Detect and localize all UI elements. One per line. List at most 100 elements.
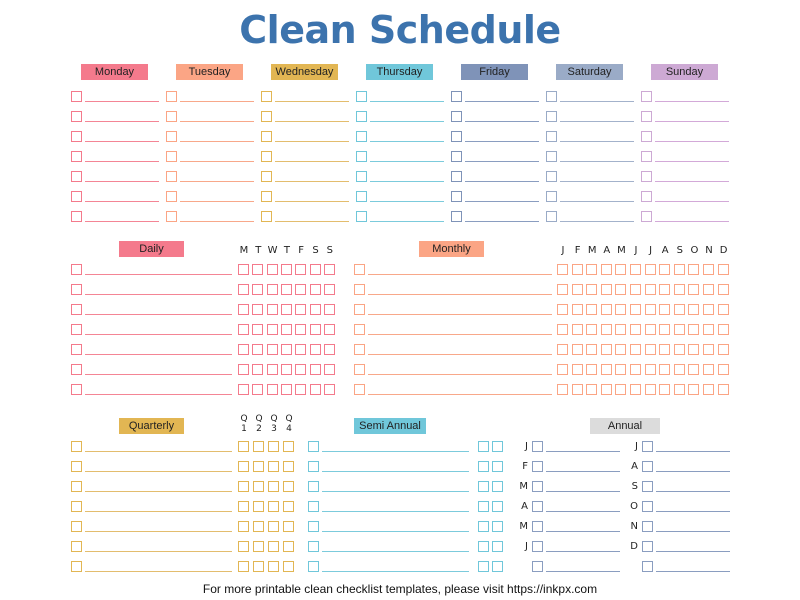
day-checkbox[interactable] [252, 384, 264, 395]
task-line[interactable] [368, 354, 552, 355]
task-checkbox[interactable] [71, 91, 82, 102]
task-line[interactable] [85, 374, 232, 375]
half-checkbox[interactable] [478, 501, 489, 512]
task-checkbox[interactable] [71, 191, 82, 202]
month-checkbox[interactable] [717, 284, 729, 295]
month-checkbox[interactable] [644, 384, 656, 395]
half-checkbox[interactable] [492, 521, 503, 532]
task-line[interactable] [560, 221, 634, 222]
quarter-checkbox[interactable] [268, 521, 279, 532]
quarter-checkbox[interactable] [283, 441, 294, 452]
quarter-checkbox[interactable] [238, 541, 249, 552]
month-checkbox[interactable] [630, 364, 641, 375]
task-line[interactable] [85, 294, 232, 295]
task-checkbox[interactable] [354, 264, 365, 275]
task-line[interactable] [655, 201, 729, 202]
task-line[interactable] [85, 141, 159, 142]
month-checkbox[interactable] [717, 344, 729, 355]
task-line[interactable] [370, 181, 444, 182]
day-checkbox[interactable] [323, 304, 335, 315]
month-checkbox[interactable] [615, 324, 627, 335]
task-line[interactable] [180, 141, 254, 142]
month-checkbox[interactable] [659, 304, 671, 315]
task-checkbox[interactable] [166, 91, 177, 102]
task-line[interactable] [370, 101, 444, 102]
task-line[interactable] [275, 181, 349, 182]
month-checkbox[interactable] [644, 284, 656, 295]
annual-checkbox[interactable] [532, 521, 543, 532]
task-line[interactable] [465, 121, 539, 122]
month-checkbox[interactable] [586, 344, 598, 355]
task-line[interactable] [465, 221, 539, 222]
task-checkbox[interactable] [356, 171, 367, 182]
day-checkbox[interactable] [266, 384, 278, 395]
day-checkbox[interactable] [280, 304, 292, 315]
day-checkbox[interactable] [280, 284, 292, 295]
day-checkbox[interactable] [309, 344, 321, 355]
task-line[interactable] [560, 141, 634, 142]
day-checkbox[interactable] [280, 384, 292, 395]
half-checkbox[interactable] [492, 481, 503, 492]
month-checkbox[interactable] [615, 264, 627, 275]
quarter-checkbox[interactable] [238, 441, 249, 452]
month-checkbox[interactable] [571, 384, 583, 395]
annual-checkbox[interactable] [642, 561, 653, 572]
task-line[interactable] [546, 491, 620, 492]
task-checkbox[interactable] [641, 111, 652, 122]
half-checkbox[interactable] [478, 541, 489, 552]
day-checkbox[interactable] [238, 264, 249, 275]
month-checkbox[interactable] [571, 284, 583, 295]
task-line[interactable] [656, 571, 730, 572]
task-checkbox[interactable] [641, 91, 652, 102]
task-checkbox[interactable] [641, 131, 652, 142]
task-line[interactable] [656, 451, 730, 452]
day-checkbox[interactable] [323, 324, 335, 335]
task-checkbox[interactable] [641, 211, 652, 222]
month-checkbox[interactable] [586, 304, 598, 315]
month-checkbox[interactable] [586, 364, 598, 375]
task-checkbox[interactable] [451, 111, 462, 122]
day-checkbox[interactable] [266, 304, 278, 315]
month-checkbox[interactable] [644, 364, 656, 375]
month-checkbox[interactable] [644, 344, 656, 355]
task-line[interactable] [322, 491, 469, 492]
month-checkbox[interactable] [717, 304, 729, 315]
day-checkbox[interactable] [252, 264, 264, 275]
quarter-checkbox[interactable] [283, 501, 294, 512]
month-checkbox[interactable] [703, 324, 714, 335]
quarter-checkbox[interactable] [283, 521, 294, 532]
annual-checkbox[interactable] [532, 481, 543, 492]
task-line[interactable] [656, 531, 730, 532]
quarter-checkbox[interactable] [268, 561, 279, 572]
task-checkbox[interactable] [71, 384, 82, 395]
task-line[interactable] [85, 491, 232, 492]
quarter-checkbox[interactable] [238, 501, 249, 512]
day-checkbox[interactable] [323, 384, 335, 395]
task-line[interactable] [465, 181, 539, 182]
task-line[interactable] [560, 201, 634, 202]
month-checkbox[interactable] [571, 364, 583, 375]
half-checkbox[interactable] [478, 461, 489, 472]
task-checkbox[interactable] [71, 344, 82, 355]
month-checkbox[interactable] [673, 304, 685, 315]
quarter-checkbox[interactable] [253, 441, 264, 452]
task-line[interactable] [655, 161, 729, 162]
half-checkbox[interactable] [492, 501, 503, 512]
task-line[interactable] [275, 121, 349, 122]
task-checkbox[interactable] [451, 91, 462, 102]
task-line[interactable] [370, 221, 444, 222]
task-line[interactable] [368, 294, 552, 295]
quarter-checkbox[interactable] [283, 561, 294, 572]
month-checkbox[interactable] [659, 344, 671, 355]
month-checkbox[interactable] [586, 384, 598, 395]
task-line[interactable] [322, 511, 469, 512]
quarter-checkbox[interactable] [253, 561, 264, 572]
task-line[interactable] [85, 221, 159, 222]
day-checkbox[interactable] [252, 364, 264, 375]
month-checkbox[interactable] [571, 264, 583, 275]
month-checkbox[interactable] [630, 384, 641, 395]
month-checkbox[interactable] [703, 304, 714, 315]
quarter-checkbox[interactable] [238, 561, 249, 572]
half-checkbox[interactable] [478, 481, 489, 492]
task-line[interactable] [546, 571, 620, 572]
